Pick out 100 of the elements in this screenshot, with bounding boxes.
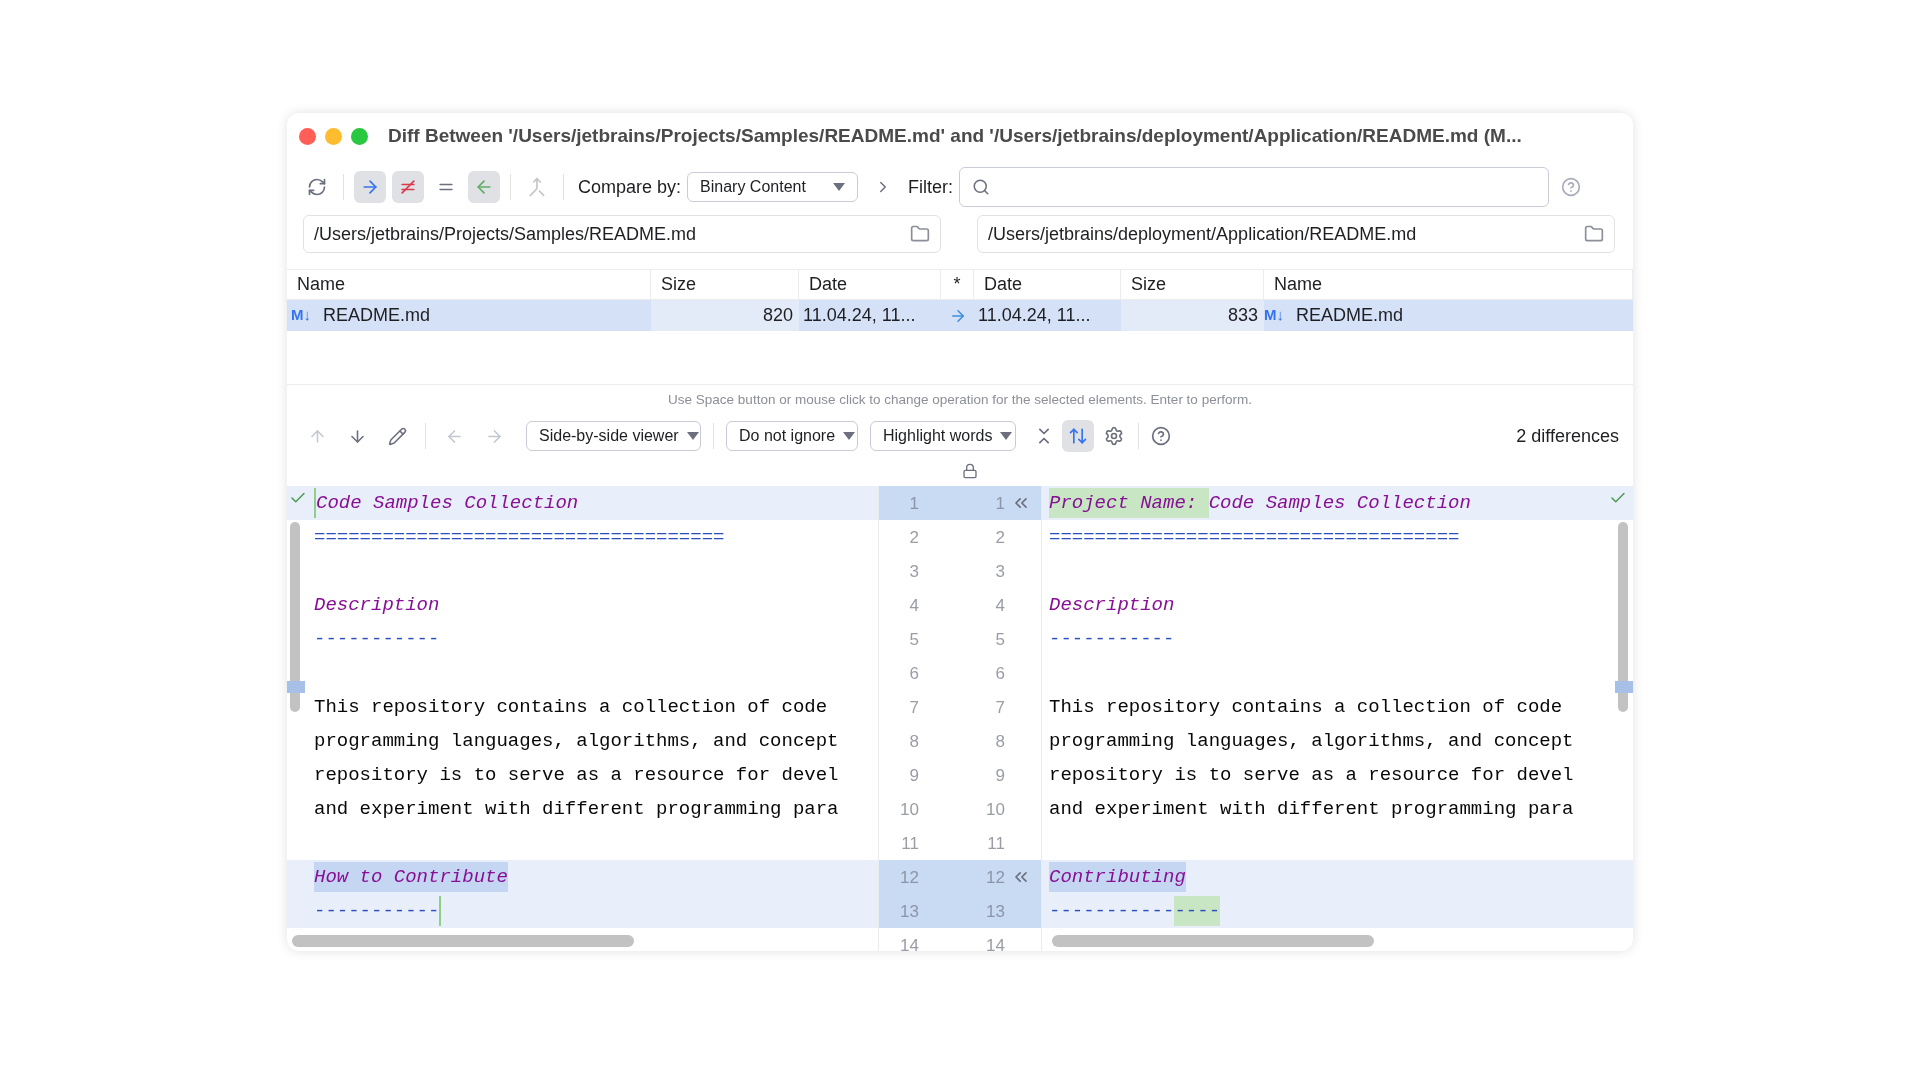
help-icon[interactable] [1561, 177, 1582, 197]
search-icon [972, 178, 991, 196]
lock-icon[interactable] [962, 463, 978, 480]
column-header[interactable]: Date [974, 270, 1121, 299]
close-button[interactable] [299, 127, 316, 145]
toolbar-button[interactable] [392, 171, 424, 203]
line-number: 11 [900, 832, 919, 855]
code-text: Project Name: [1049, 488, 1209, 519]
dropdown-arrow-icon [833, 183, 846, 191]
folder-icon[interactable] [910, 224, 930, 244]
code-text: Description [314, 593, 440, 619]
code-text: programming languages, algorithms, and concept [1049, 729, 1574, 755]
code-text: How to Contribute [314, 862, 508, 893]
code-text: ---- [1174, 896, 1221, 927]
line-number: 11 [986, 832, 1005, 855]
zoom-button[interactable] [351, 127, 368, 145]
code-text: Contributing [1049, 862, 1186, 893]
column-header[interactable]: Size [1121, 270, 1264, 299]
code-text: This repository contains a collection of code [1049, 695, 1563, 721]
code-text: Code Samples Collection [1208, 491, 1471, 517]
change-marker [1615, 681, 1633, 694]
line-number: 8 [994, 730, 1005, 753]
settings-icon[interactable] [1104, 426, 1124, 447]
code-text: and experiment with different programming para [1049, 797, 1574, 823]
line-number: 12 [899, 866, 919, 889]
merge-icon [527, 177, 547, 197]
column-header[interactable]: Size [651, 270, 799, 299]
filter-field[interactable] [959, 167, 1550, 207]
line-number: 12 [985, 866, 1005, 889]
dropdown[interactable]: Binary Content [687, 172, 859, 202]
line-number: 13 [985, 900, 1005, 923]
dropdown[interactable]: Do not ignore [726, 421, 858, 452]
hint-text: Use Space button or mouse click to change operation for the selected elements. Enter to perform. [668, 391, 1252, 409]
code-text: programming languages, algorithms, and concept [314, 729, 839, 755]
line-number: 13 [899, 900, 919, 923]
line-number: 5 [908, 628, 919, 651]
code-text: repository is to serve as a resource for devel [314, 763, 839, 789]
dropdown-arrow-icon [843, 432, 856, 441]
line-number: 7 [994, 696, 1005, 719]
table-cell-text: 11.04.24, 11... [977, 304, 1092, 327]
filter-label: Filter: [908, 175, 954, 199]
line-number: 3 [994, 560, 1005, 583]
line-number: 6 [994, 662, 1005, 685]
code-text: ==================================== [314, 525, 725, 551]
column-header[interactable]: Name [1264, 270, 1633, 299]
dropdown[interactable]: Highlight words [870, 421, 1016, 452]
compare-by-label: Compare by: [578, 175, 682, 199]
dropdown-arrow-icon [686, 432, 699, 441]
line-number: 6 [908, 662, 919, 685]
line-number: 9 [994, 764, 1005, 787]
table-cell-text: README.md [1296, 304, 1403, 327]
toolbar-button[interactable] [354, 171, 386, 203]
table-cell: 820 [651, 300, 799, 331]
change-marker [287, 681, 305, 694]
line-number: 3 [908, 560, 919, 583]
code-text: This repository contains a collection of code [314, 695, 828, 721]
code-text: and experiment with different programming para [314, 797, 839, 823]
not-equal-icon [398, 177, 418, 197]
toolbar-button[interactable] [468, 171, 500, 203]
line-number: 10 [899, 798, 919, 821]
path-field[interactable]: /Users/jetbrains/Projects/Samples/README.md [303, 215, 941, 253]
column-header[interactable]: Name [287, 270, 651, 299]
line-number: 4 [908, 594, 919, 617]
dropdown[interactable]: Side-by-side viewer [526, 421, 701, 452]
pencil-icon [387, 426, 407, 446]
line-number: 14 [985, 934, 1005, 951]
help-icon[interactable] [1151, 425, 1171, 448]
line-number: 10 [985, 798, 1005, 821]
markdown-icon: M↓ [1264, 304, 1284, 327]
code-text: ----------- [314, 899, 440, 925]
line-number: 14 [899, 934, 919, 951]
column-header[interactable]: * [941, 270, 974, 299]
path-field[interactable]: /Users/jetbrains/deployment/Application/README.md [977, 215, 1615, 253]
vertical-scrollbar[interactable] [290, 522, 300, 713]
code-text: repository is to serve as a resource for devel [1049, 763, 1574, 789]
line-number: 8 [908, 730, 919, 753]
line-number: 7 [908, 696, 919, 719]
sync-scroll-button[interactable] [1062, 420, 1094, 453]
refresh-icon [307, 177, 327, 197]
line-number: 2 [994, 526, 1005, 549]
line-number: 9 [908, 764, 919, 787]
code-text: ==================================== [1049, 525, 1460, 551]
window-title: Diff Between '/Users/jetbrains/Projects/Samples/README.md' and '/Users/jetbrains/deployment/Application/README.md (M... [388, 123, 1522, 148]
code-text: ----------- [314, 627, 440, 653]
line-number: 5 [994, 628, 1005, 651]
horizontal-scrollbar[interactable] [1052, 935, 1374, 947]
line-number: 1 [908, 492, 919, 515]
table-cell-text: 11.04.24, 11... [802, 304, 917, 327]
code-text: Description [1049, 593, 1175, 619]
folder-icon[interactable] [1584, 224, 1604, 244]
dropdown-arrow-icon [1000, 432, 1013, 441]
differences-count: 2 differences [1516, 424, 1619, 448]
column-header[interactable]: Date [799, 270, 941, 299]
horizontal-scrollbar[interactable] [292, 935, 634, 947]
minimize-button[interactable] [325, 127, 342, 145]
markdown-icon: M↓ [291, 304, 311, 327]
table-cell-text: README.md [323, 304, 430, 327]
vertical-scrollbar[interactable] [1618, 522, 1628, 713]
code-text: Code Samples Collection [316, 491, 579, 517]
table-row[interactable]: M↓ README.md 820 11.04.24, 11... 11.04.24, 11... 833 M↓ README.md [287, 300, 1633, 331]
